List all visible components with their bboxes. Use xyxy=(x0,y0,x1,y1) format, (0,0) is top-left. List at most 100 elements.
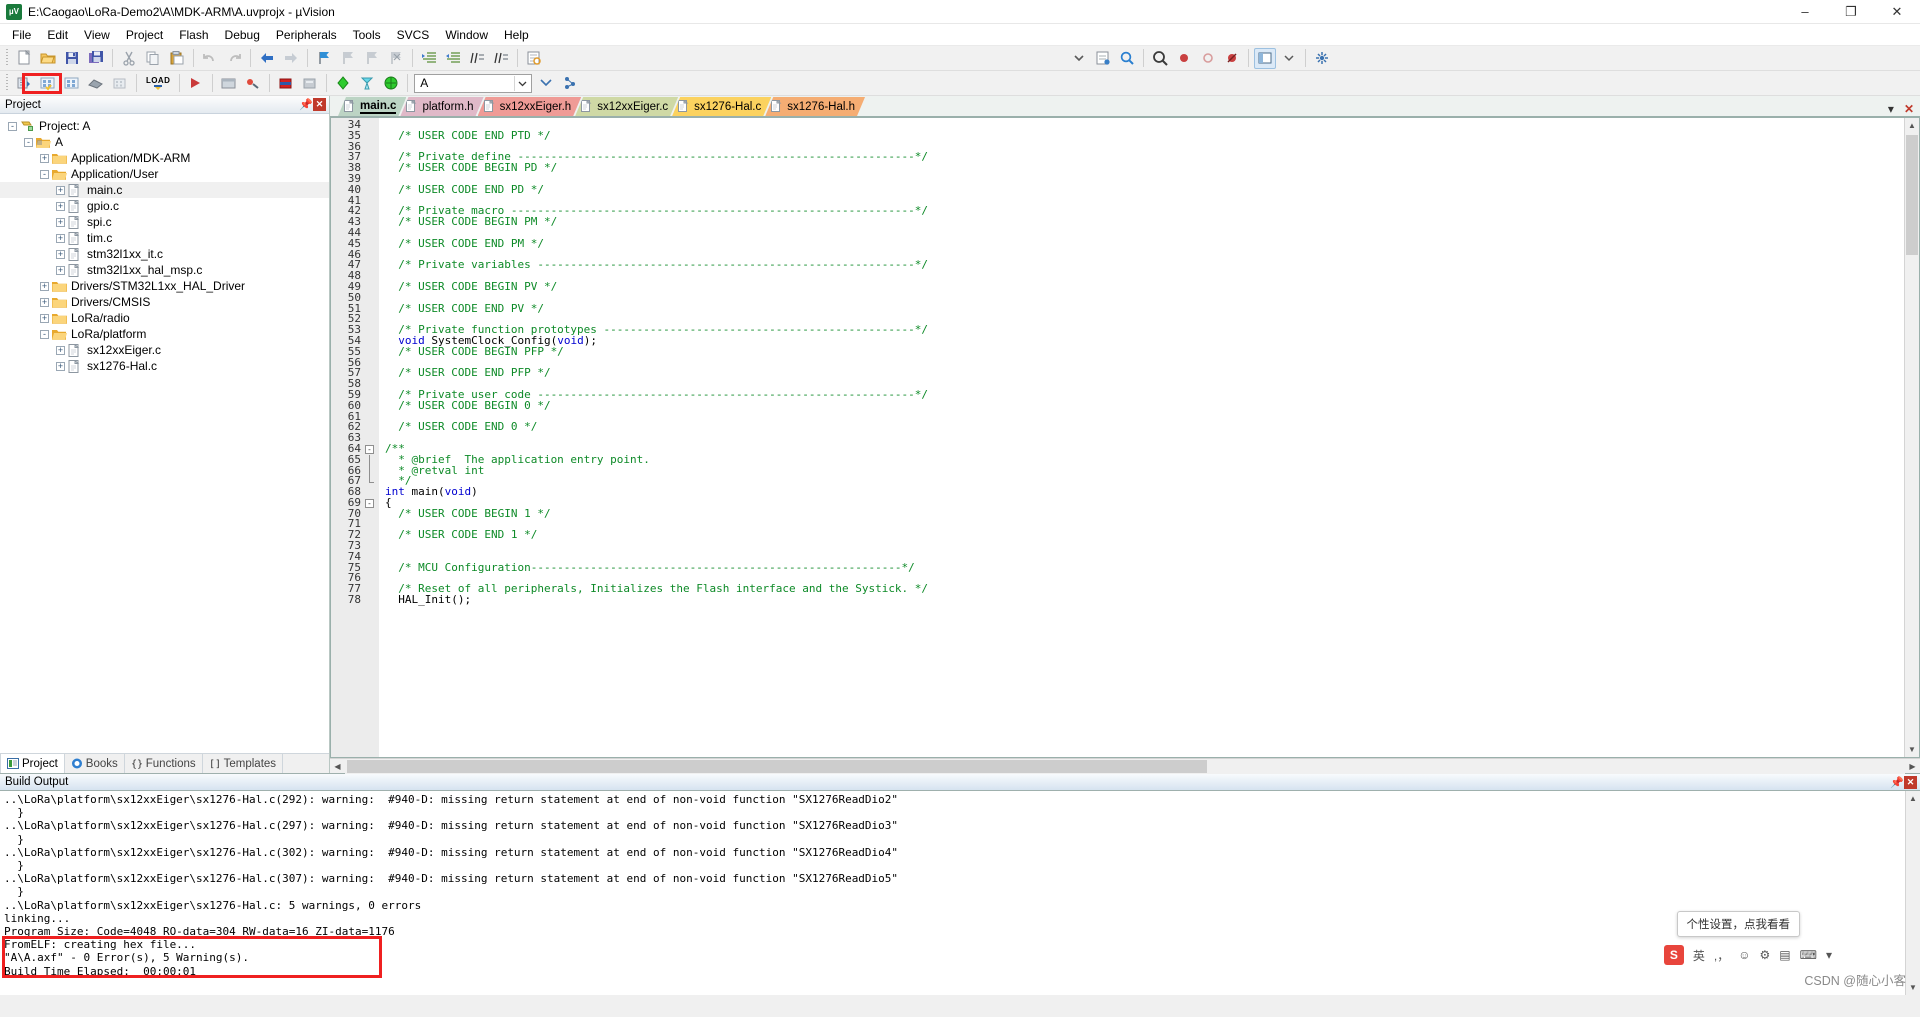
manage-components-icon[interactable] xyxy=(356,73,378,94)
vscroll-track[interactable] xyxy=(1905,133,1919,742)
expand-icon[interactable]: + xyxy=(40,281,49,291)
toolbar-grip[interactable] xyxy=(4,49,10,67)
tree-item-application-user[interactable]: - Application/User xyxy=(0,166,329,182)
code-line[interactable]: { xyxy=(385,497,1904,509)
navigate-back-icon[interactable] xyxy=(256,48,278,69)
menu-item-debug[interactable]: Debug xyxy=(217,25,268,45)
editor-tab-sx1276-hal-c[interactable]: sx1276-Hal.c xyxy=(672,97,771,116)
menu-item-svcs[interactable]: SVCS xyxy=(389,25,438,45)
chevron-down-icon[interactable] xyxy=(514,75,529,91)
tree-item-spi-c[interactable]: + spi.c xyxy=(0,214,329,230)
expand-icon[interactable]: + xyxy=(56,233,65,243)
editor-vertical-scrollbar[interactable]: ▲ ▼ xyxy=(1904,118,1919,757)
outdent-icon[interactable] xyxy=(442,48,464,69)
save-icon[interactable] xyxy=(61,48,83,69)
editor-tab-platform-h[interactable]: platform.h xyxy=(400,97,483,116)
code-line[interactable]: void SystemClock_Config(void); xyxy=(385,335,1904,347)
minimize-button[interactable]: – xyxy=(1782,0,1828,24)
select-target-icon[interactable] xyxy=(332,73,354,94)
menu-item-edit[interactable]: Edit xyxy=(39,25,76,45)
tree-item-lora-radio[interactable]: + LoRa/radio xyxy=(0,310,329,326)
expand-icon[interactable]: + xyxy=(56,217,65,227)
tree-item-main-c[interactable]: + main.c xyxy=(0,182,329,198)
target-options-icon[interactable] xyxy=(218,73,240,94)
download-flash-icon[interactable] xyxy=(299,73,321,94)
save-all-icon[interactable] xyxy=(85,48,107,69)
fold-marker[interactable]: - xyxy=(365,498,379,509)
collapse-icon[interactable]: - xyxy=(24,137,33,147)
pin-icon[interactable]: 📌 xyxy=(299,98,313,112)
tree-item-gpio-c[interactable]: + gpio.c xyxy=(0,198,329,214)
close-icon[interactable]: ✕ xyxy=(1904,775,1917,789)
tree-item-project-a[interactable]: - Project: A xyxy=(0,118,329,134)
redo-icon[interactable] xyxy=(223,48,245,69)
ime-tip[interactable]: 个性设置，点我看看 xyxy=(1676,911,1800,937)
project-pane-tab-templates[interactable]: [] Templates xyxy=(203,754,284,773)
code-line[interactable]: /* USER CODE END 1 */ xyxy=(385,529,1904,541)
breakpoint-kill-icon[interactable] xyxy=(1221,48,1243,69)
build-output-line[interactable]: } xyxy=(4,806,1905,819)
indent-icon[interactable] xyxy=(418,48,440,69)
code-line[interactable] xyxy=(385,412,1904,423)
maximize-button[interactable]: ❐ xyxy=(1828,0,1874,24)
expand-icon[interactable]: + xyxy=(56,265,65,275)
build-output-line[interactable]: ..\LoRa\platform\sx12xxEiger\sx1276-Hal.… xyxy=(4,793,1905,806)
code-line[interactable]: int main(void) xyxy=(385,486,1904,498)
paste-icon[interactable] xyxy=(166,48,188,69)
hscroll-thumb[interactable] xyxy=(347,759,1207,773)
code-line[interactable]: /* USER CODE BEGIN PM */ xyxy=(385,216,1904,228)
scroll-up-icon[interactable]: ▲ xyxy=(1906,791,1920,806)
bookmark-prev-icon[interactable] xyxy=(337,48,359,69)
chevron-down-icon[interactable] xyxy=(1278,48,1300,69)
code-line[interactable] xyxy=(385,228,1904,239)
navigate-forward-icon[interactable] xyxy=(280,48,302,69)
tree-item-stm32l1xx-it-c[interactable]: + stm32l1xx_it.c xyxy=(0,246,329,262)
tree-item-a[interactable]: -A xyxy=(0,134,329,150)
build-output-line[interactable]: ..\LoRa\platform\sx12xxEiger\sx1276-Hal.… xyxy=(4,819,1905,832)
uncomment-icon[interactable] xyxy=(490,48,512,69)
build-output-line[interactable]: ..\LoRa\platform\sx12xxEiger\sx1276-Hal.… xyxy=(4,872,1905,885)
menu-item-window[interactable]: Window xyxy=(437,25,496,45)
project-pane-tab-books[interactable]: Books xyxy=(65,754,125,773)
expand-icon[interactable]: + xyxy=(56,201,65,211)
project-pane-tab-project[interactable]: Project xyxy=(0,753,65,773)
manage-project-icon[interactable] xyxy=(242,73,264,94)
code-line[interactable] xyxy=(385,293,1904,304)
code-text[interactable]: /* USER CODE END PTD */ /* Private defin… xyxy=(379,118,1904,757)
project-tree[interactable]: - Project: A - A + Application/MDK-ARM - Applic… xyxy=(0,114,329,753)
bookmark-toggle-icon[interactable] xyxy=(313,48,335,69)
toolbar-grip-2[interactable] xyxy=(4,74,10,92)
code-line[interactable] xyxy=(385,541,1904,552)
manage-run-environment-icon[interactable] xyxy=(559,73,581,94)
code-line[interactable]: /* USER CODE END PTD */ xyxy=(385,130,1904,142)
code-folding-gutter[interactable]: -- xyxy=(365,118,379,757)
tree-item-tim-c[interactable]: + tim.c xyxy=(0,230,329,246)
expand-icon[interactable]: + xyxy=(56,361,65,371)
tree-item-drivers-cmsis[interactable]: + Drivers/CMSIS xyxy=(0,294,329,310)
close-button[interactable]: ✕ xyxy=(1874,0,1920,24)
breakpoint-icon[interactable] xyxy=(1173,48,1195,69)
find-icon[interactable] xyxy=(1116,48,1138,69)
project-pane-tab-functions[interactable]: {} Functions xyxy=(125,754,203,773)
find-in-files-icon[interactable] xyxy=(523,48,545,69)
toolbox-icon[interactable]: ▤ xyxy=(1779,948,1790,962)
code-line[interactable]: /* USER CODE BEGIN 0 */ xyxy=(385,400,1904,412)
code-line[interactable] xyxy=(385,174,1904,185)
code-line[interactable]: /* USER CODE END 0 */ xyxy=(385,421,1904,433)
collapse-icon[interactable]: - xyxy=(8,121,17,131)
bookmark-clear-icon[interactable] xyxy=(385,48,407,69)
more-icon[interactable]: ▾ xyxy=(1826,948,1832,962)
menu-item-project[interactable]: Project xyxy=(118,25,171,45)
build-output-line[interactable]: "A\A.axf" - 0 Error(s), 5 Warning(s). xyxy=(4,951,1905,964)
copy-icon[interactable] xyxy=(142,48,164,69)
pack-installer-icon[interactable] xyxy=(380,73,402,94)
expand-icon[interactable]: + xyxy=(56,345,65,355)
build-output-line[interactable]: ..\LoRa\platform\sx12xxEiger\sx1276-Hal.… xyxy=(4,846,1905,859)
code-line[interactable]: /* Private macro -----------------------… xyxy=(385,205,1904,217)
code-line[interactable]: /* USER CODE END PD */ xyxy=(385,184,1904,196)
expand-icon[interactable]: + xyxy=(40,153,49,163)
code-line[interactable]: * @retval int xyxy=(385,465,1904,477)
code-line[interactable]: /* USER CODE BEGIN PD */ xyxy=(385,162,1904,174)
code-line[interactable]: /* USER CODE BEGIN PFP */ xyxy=(385,346,1904,358)
menu-item-flash[interactable]: Flash xyxy=(171,25,216,45)
